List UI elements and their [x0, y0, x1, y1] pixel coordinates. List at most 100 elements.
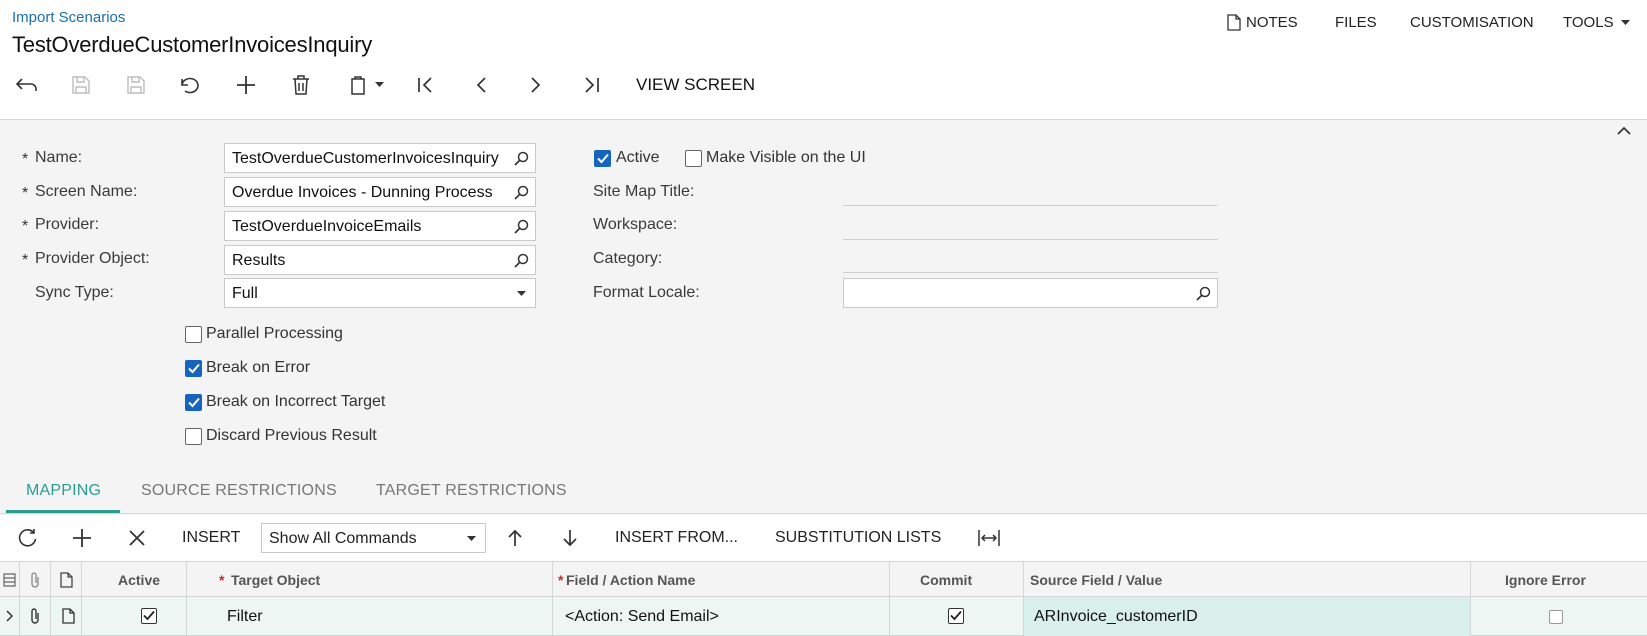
- refresh-button[interactable]: [13, 523, 43, 553]
- add-row-button[interactable]: [67, 523, 97, 553]
- collapse-chevron-icon[interactable]: [1617, 126, 1631, 135]
- category-label: Category:: [593, 250, 663, 267]
- save-icon: [126, 75, 146, 95]
- document-icon: [1227, 14, 1241, 31]
- attachment-icon[interactable]: [29, 608, 41, 624]
- break-on-error-label: Break on Error: [206, 359, 311, 376]
- provider-field[interactable]: TestOverdueInvoiceEmails: [224, 211, 536, 241]
- column-header-ignore-error[interactable]: Ignore Error: [1505, 572, 1586, 588]
- substitution-lists-button[interactable]: SUBSTITUTION LISTS: [775, 529, 941, 547]
- undo-back-icon: [16, 77, 38, 93]
- cancel-icon: [180, 76, 202, 94]
- next-record-button[interactable]: [521, 70, 551, 100]
- site-map-title-field[interactable]: [843, 205, 1218, 206]
- parallel-processing-label: Parallel Processing: [206, 325, 343, 342]
- table-row[interactable]: Filter <Action: Send Email> ARInvoice_cu…: [0, 597, 1647, 636]
- save-button[interactable]: [121, 70, 151, 100]
- search-icon[interactable]: [514, 219, 529, 234]
- format-locale-label: Format Locale:: [593, 284, 700, 301]
- first-record-button[interactable]: [411, 70, 441, 100]
- row-commit-checkbox[interactable]: [948, 608, 964, 624]
- tab-source-restrictions[interactable]: SOURCE RESTRICTIONS: [141, 482, 337, 500]
- row-active-checkbox[interactable]: [141, 608, 157, 624]
- column-header-commit[interactable]: Commit: [920, 572, 972, 588]
- required-marker: *: [22, 185, 29, 202]
- field-action-cell[interactable]: <Action: Send Email>: [565, 608, 719, 626]
- provider-value: TestOverdueInvoiceEmails: [232, 218, 422, 235]
- save-close-button[interactable]: [66, 70, 96, 100]
- workspace-label: Workspace:: [593, 216, 678, 233]
- breadcrumb[interactable]: Import Scenarios: [12, 9, 125, 26]
- required-marker: *: [558, 572, 564, 588]
- sync-type-select[interactable]: Full: [224, 278, 536, 308]
- previous-icon: [475, 76, 487, 94]
- column-header-target-object[interactable]: Target Object: [231, 572, 320, 588]
- back-button[interactable]: [12, 70, 42, 100]
- format-locale-field[interactable]: [843, 278, 1218, 308]
- clipboard-menu-button[interactable]: [344, 70, 388, 100]
- workspace-field[interactable]: [843, 239, 1218, 240]
- last-record-button[interactable]: [576, 70, 606, 100]
- search-icon[interactable]: [514, 151, 529, 166]
- insert-button[interactable]: INSERT: [182, 529, 240, 547]
- delete-icon: [292, 75, 310, 95]
- screen-name-field[interactable]: Overdue Invoices - Dunning Process: [224, 177, 536, 207]
- customisation-button[interactable]: CUSTOMISATION: [1410, 14, 1534, 31]
- add-button[interactable]: [231, 70, 261, 100]
- delete-button[interactable]: [286, 70, 316, 100]
- close-icon: [129, 530, 145, 546]
- tools-menu[interactable]: TOOLS: [1563, 14, 1630, 31]
- previous-record-button[interactable]: [466, 70, 496, 100]
- move-up-button[interactable]: [500, 523, 530, 553]
- add-icon: [72, 528, 92, 548]
- column-header-field-action[interactable]: Field / Action Name: [566, 572, 695, 588]
- active-label: Active: [616, 149, 660, 166]
- column-header-active[interactable]: Active: [118, 572, 160, 588]
- search-icon[interactable]: [514, 253, 529, 268]
- category-field[interactable]: [843, 272, 1218, 273]
- make-visible-checkbox[interactable]: [685, 150, 702, 167]
- screen-name-value: Overdue Invoices - Dunning Process: [232, 184, 493, 201]
- caret-down-icon: [517, 291, 526, 297]
- row-selector-icon: [3, 573, 16, 587]
- name-field[interactable]: TestOverdueCustomerInvoicesInquiry: [224, 143, 536, 173]
- caret-down-icon: [374, 82, 384, 88]
- delete-row-button[interactable]: [122, 523, 152, 553]
- commands-filter-select[interactable]: Show All Commands: [261, 523, 486, 553]
- notes-button[interactable]: NOTES: [1227, 14, 1298, 31]
- row-ignore-error-checkbox[interactable]: [1549, 610, 1563, 624]
- files-button[interactable]: FILES: [1335, 14, 1377, 31]
- note-icon[interactable]: [62, 608, 75, 624]
- discard-previous-result-checkbox[interactable]: [185, 428, 202, 445]
- screen-name-label: Screen Name:: [35, 183, 138, 200]
- discard-previous-result-label: Discard Previous Result: [206, 427, 377, 444]
- commands-filter-value: Show All Commands: [269, 530, 417, 547]
- active-tab-indicator: [6, 510, 120, 513]
- provider-label: Provider:: [35, 216, 100, 233]
- cancel-button[interactable]: [176, 70, 206, 100]
- tab-target-restrictions[interactable]: TARGET RESTRICTIONS: [376, 482, 567, 500]
- break-on-incorrect-target-checkbox[interactable]: [185, 394, 202, 411]
- insert-from-button[interactable]: INSERT FROM...: [615, 529, 738, 547]
- first-icon: [417, 76, 435, 94]
- search-icon[interactable]: [514, 185, 529, 200]
- chevron-right-icon[interactable]: [6, 610, 13, 622]
- provider-object-field[interactable]: Results: [224, 245, 536, 275]
- clipboard-icon: [349, 75, 367, 95]
- target-object-cell[interactable]: Filter: [227, 608, 263, 626]
- notes-label: NOTES: [1246, 14, 1298, 31]
- tools-label: TOOLS: [1563, 14, 1614, 31]
- source-field-value: ARInvoice_customerID: [1034, 608, 1198, 625]
- active-checkbox[interactable]: [594, 150, 611, 167]
- tab-mapping[interactable]: MAPPING: [26, 482, 101, 500]
- fit-columns-button[interactable]: [974, 523, 1004, 553]
- sync-type-label: Sync Type:: [35, 284, 114, 301]
- view-screen-button[interactable]: VIEW SCREEN: [636, 75, 755, 95]
- caret-down-icon: [467, 536, 476, 542]
- parallel-processing-checkbox[interactable]: [185, 326, 202, 343]
- column-header-source-field[interactable]: Source Field / Value: [1030, 572, 1162, 588]
- break-on-error-checkbox[interactable]: [185, 360, 202, 377]
- search-icon[interactable]: [1196, 286, 1211, 301]
- attachment-icon: [29, 572, 41, 588]
- move-down-button[interactable]: [555, 523, 585, 553]
